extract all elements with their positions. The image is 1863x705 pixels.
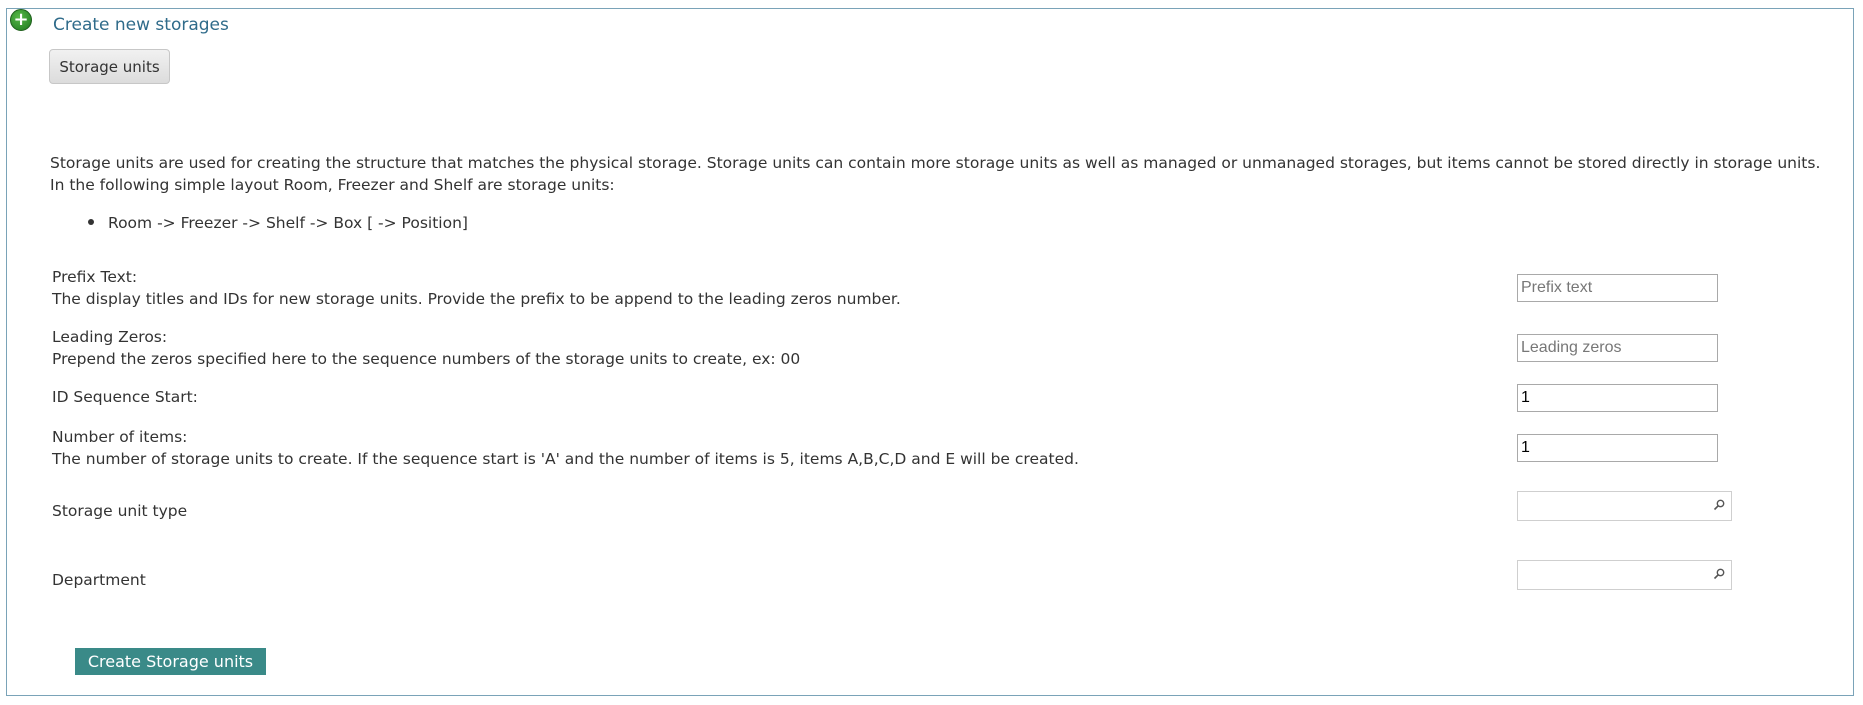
department-lookup[interactable] — [1517, 560, 1732, 590]
prefix-text-input[interactable] — [1517, 274, 1718, 302]
panel-title[interactable]: Create new storages — [53, 15, 229, 35]
id-sequence-start-input[interactable] — [1517, 384, 1718, 412]
bullet-icon — [88, 218, 94, 225]
storage-unit-type-lookup[interactable] — [1517, 491, 1732, 521]
id-sequence-start-label: ID Sequence Start: — [52, 388, 198, 406]
prefix-text-title: Prefix Text: — [52, 268, 138, 286]
tab-storage-units[interactable]: Storage units — [49, 49, 170, 84]
prefix-text-label: Prefix Text: The display titles and IDs … — [52, 266, 901, 310]
search-icon[interactable] — [1713, 568, 1725, 580]
number-of-items-help: The number of storage units to create. I… — [52, 450, 1079, 468]
storage-unit-type-label: Storage unit type — [52, 502, 188, 520]
storage-units-description: Storage units are used for creating the … — [50, 154, 1821, 194]
search-icon[interactable] — [1713, 499, 1725, 511]
leading-zeros-title: Leading Zeros: — [52, 328, 168, 346]
department-label: Department — [52, 571, 146, 589]
create-storage-units-button[interactable]: Create Storage units — [75, 648, 266, 675]
prefix-text-help: The display titles and IDs for new stora… — [52, 290, 901, 308]
leading-zeros-help: Prepend the zeros specified here to the … — [52, 350, 801, 368]
panel-header[interactable]: + Create new storages — [10, 9, 229, 37]
layout-example-list: Room -> Freezer -> Shelf -> Box [ -> Pos… — [88, 214, 468, 232]
number-of-items-input[interactable] — [1517, 434, 1718, 462]
leading-zeros-input[interactable] — [1517, 334, 1718, 362]
leading-zeros-label: Leading Zeros: Prepend the zeros specifi… — [52, 326, 800, 370]
plus-circle-icon[interactable]: + — [10, 9, 32, 31]
number-of-items-title: Number of items: — [52, 428, 188, 446]
number-of-items-label: Number of items: The number of storage u… — [52, 426, 1079, 470]
layout-example-item: Room -> Freezer -> Shelf -> Box [ -> Pos… — [108, 214, 468, 232]
